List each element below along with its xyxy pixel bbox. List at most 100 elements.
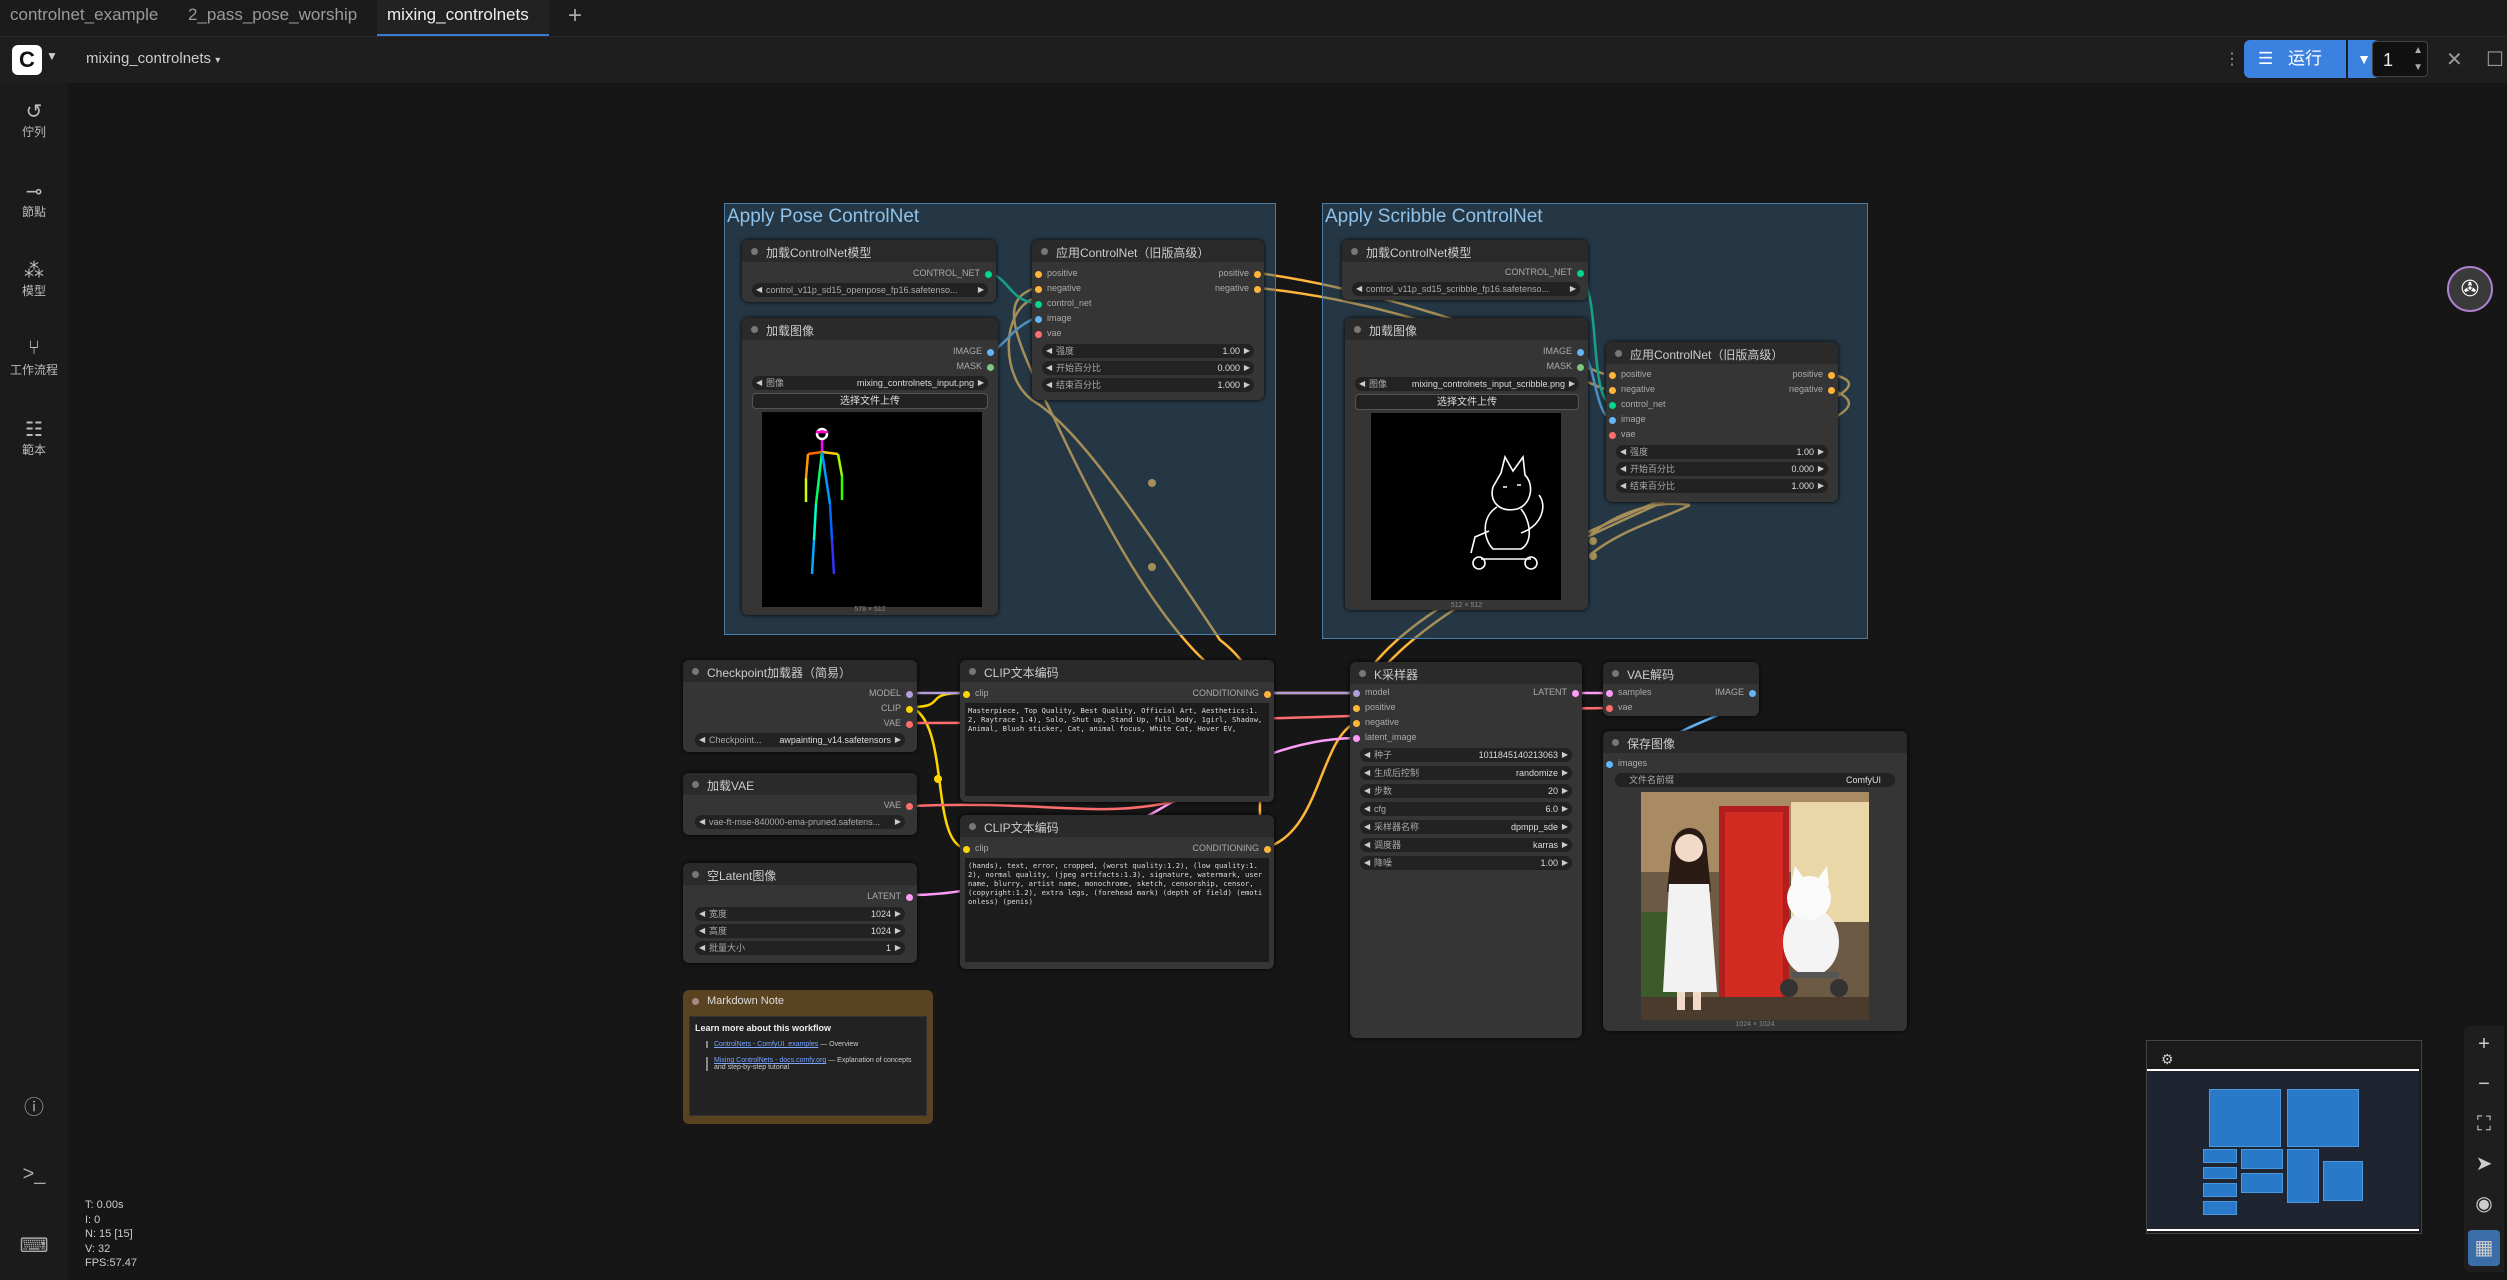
start-percent-widget[interactable]: ◀ 开始百分比 0.000 ▶ [1616, 462, 1828, 476]
input-image[interactable]: image [1035, 313, 1072, 323]
node-header[interactable]: K采样器 [1350, 662, 1582, 684]
node-header[interactable]: 应用ControlNet（旧版高级） [1032, 240, 1264, 262]
sidebar-item-templates[interactable]: ☷ 範本 [0, 417, 68, 458]
input-negative[interactable]: negative [1035, 283, 1081, 293]
node-header[interactable]: CLIP文本编码 [960, 660, 1274, 682]
toggle-links-icon[interactable]: ◉ [2464, 1186, 2504, 1222]
collapse-dot[interactable] [1612, 739, 1619, 746]
end-percent-widget[interactable]: ◀ 结束百分比 1.000 ▶ [1042, 378, 1254, 392]
positive-prompt-textarea[interactable]: Masterpiece, Top Quality, Best Quality, … [965, 703, 1269, 796]
input-negative[interactable]: negative [1353, 717, 1399, 727]
batch-size-widget[interactable]: ◀ 批量大小 1 ▶ [695, 941, 905, 955]
collapse-dot[interactable] [692, 781, 699, 788]
minimap-toggle-icon[interactable]: ▦ [2468, 1230, 2500, 1266]
output-image[interactable]: IMAGE [1543, 346, 1584, 356]
node-header[interactable]: 加载ControlNet模型 [742, 240, 996, 262]
node-header[interactable]: 保存图像 [1603, 731, 1907, 753]
output-mask[interactable]: MASK [956, 361, 994, 371]
tab-controlnet-example[interactable]: controlnet_example [0, 0, 180, 36]
keyboard-icon[interactable]: ⌨ [0, 1233, 68, 1258]
filename-prefix-widget[interactable]: 文件名前缀 ComfyUI [1615, 773, 1895, 787]
collapse-dot[interactable] [692, 668, 699, 675]
cfg-widget[interactable]: ◀ cfg 6.0 ▶ [1360, 802, 1572, 816]
output-clip[interactable]: CLIP [881, 703, 913, 713]
node-header[interactable]: 加载图像 [742, 318, 998, 340]
node-apply-controlnet-scribble[interactable]: 应用ControlNet（旧版高级） positive negative con… [1606, 342, 1838, 502]
terminal-icon[interactable]: >_ [0, 1163, 68, 1186]
input-clip[interactable]: clip [963, 843, 989, 853]
node-checkpoint-loader[interactable]: Checkpoint加载器（简易） MODEL CLIP VAE ◀ Checkp… [683, 660, 917, 752]
width-widget[interactable]: ◀ 宽度 1024 ▶ [695, 907, 905, 921]
collapse-dot[interactable] [751, 248, 758, 255]
note-body[interactable]: Learn more about this workflow ControlNe… [689, 1016, 927, 1116]
node-header[interactable]: Markdown Note [683, 990, 933, 1012]
minimap[interactable]: ⚙ [2146, 1040, 2422, 1234]
input-negative[interactable]: negative [1609, 384, 1655, 394]
denoise-widget[interactable]: ◀ 降噪 1.00 ▶ [1360, 856, 1572, 870]
input-vae[interactable]: vae [1606, 702, 1633, 712]
node-apply-controlnet-pose[interactable]: 应用ControlNet（旧版高级） positive negative con… [1032, 240, 1264, 400]
sampler-name-widget[interactable]: ◀ 采样器名称 dpmpp_sde ▶ [1360, 820, 1572, 834]
node-load-image-pose[interactable]: 加载图像 IMAGE MASK ◀ 图像 mixing_controlnets_in… [742, 318, 998, 615]
node-header[interactable]: 加载图像 [1345, 318, 1588, 340]
node-header[interactable]: VAE解码 [1603, 662, 1759, 684]
input-latent-image[interactable]: latent_image [1353, 732, 1417, 742]
height-widget[interactable]: ◀ 高度 1024 ▶ [695, 924, 905, 938]
output-latent[interactable]: LATENT [1533, 687, 1579, 697]
output-image[interactable]: IMAGE [953, 346, 994, 356]
node-clip-text-encode-positive[interactable]: CLIP文本编码 clip CONDITIONING Masterpiece, … [960, 660, 1274, 802]
node-header[interactable]: 应用ControlNet（旧版高级） [1606, 342, 1838, 364]
settings-sliders-icon[interactable]: ⚙ [2161, 1051, 2174, 1068]
node-header[interactable]: Checkpoint加载器（简易） [683, 660, 917, 682]
output-control-net[interactable]: CONTROL_NET [913, 268, 992, 278]
output-conditioning[interactable]: CONDITIONING [1193, 688, 1271, 698]
input-vae[interactable]: vae [1609, 429, 1636, 439]
output-negative[interactable]: negative [1789, 384, 1835, 394]
comfy-logo-icon[interactable]: C [12, 45, 42, 75]
end-percent-widget[interactable]: ◀ 结束百分比 1.000 ▶ [1616, 479, 1828, 493]
batch-count-input[interactable]: 1 ▲ ▼ [2372, 41, 2428, 77]
input-control-net[interactable]: control_net [1609, 399, 1666, 409]
markdown-note[interactable]: Markdown Note Learn more about this work… [683, 990, 933, 1124]
node-empty-latent-image[interactable]: 空Latent图像 LATENT ◀ 宽度 1024 ▶ ◀ 高度 1024 ▶ ◀ 批量大小… [683, 863, 917, 963]
input-samples[interactable]: samples [1606, 687, 1652, 697]
panel-toggle-icon[interactable]: ☐ [2486, 47, 2504, 72]
graph-canvas[interactable]: Apply Pose ControlNet Apply Scribble Con… [0, 0, 2507, 1280]
collapse-dot[interactable] [1351, 248, 1358, 255]
vae-select[interactable]: ◀ vae-ft-mse-840000-ema-pruned.safetens..… [695, 815, 905, 829]
sidebar-item-models[interactable]: ⁂ 模型 [0, 258, 68, 299]
collapse-dot[interactable] [1615, 350, 1622, 357]
input-positive[interactable]: positive [1353, 702, 1396, 712]
node-load-vae[interactable]: 加载VAE VAE ◀ vae-ft-mse-840000-ema-pruned.… [683, 773, 917, 835]
input-control-net[interactable]: control_net [1035, 298, 1092, 308]
sidebar-item-queue[interactable]: ↺ 佇列 [0, 99, 68, 140]
input-clip[interactable]: clip [963, 688, 989, 698]
zoom-out-icon[interactable]: − [2464, 1066, 2504, 1102]
note-link[interactable]: Mixing ControlNets - docs.comfy.org [714, 1057, 826, 1064]
upload-button[interactable]: 选择文件上传 [1355, 394, 1579, 410]
image-select[interactable]: ◀ 图像 mixing_controlnets_input.png ▶ [752, 376, 988, 390]
output-image[interactable]: IMAGE [1715, 687, 1756, 697]
collapse-dot[interactable] [1354, 326, 1361, 333]
control-after-generate-widget[interactable]: ◀ 生成后控制 randomize ▶ [1360, 766, 1572, 780]
output-vae[interactable]: VAE [884, 718, 913, 728]
generated-image-preview[interactable] [1641, 792, 1869, 1020]
node-header[interactable]: CLIP文本编码 [960, 815, 1274, 837]
output-mask[interactable]: MASK [1546, 361, 1584, 371]
output-positive[interactable]: positive [1792, 369, 1835, 379]
collapse-dot[interactable] [1359, 670, 1366, 677]
collapse-dot[interactable] [969, 668, 976, 675]
steps-widget[interactable]: ◀ 步数 20 ▶ [1360, 784, 1572, 798]
node-load-controlnet-pose[interactable]: 加载ControlNet模型 CONTROL_NET ◀ control_v11p… [742, 240, 996, 302]
input-positive[interactable]: positive [1035, 268, 1078, 278]
node-load-controlnet-scribble[interactable]: 加载ControlNet模型 CONTROL_NET ◀ control_v11p… [1342, 240, 1588, 300]
minimap-viewport[interactable] [2147, 1069, 2419, 1231]
tab-2-pass-pose-worship[interactable]: 2_pass_pose_worship [178, 0, 378, 36]
node-clip-text-encode-negative[interactable]: CLIP文本编码 clip CONDITIONING (hands), text… [960, 815, 1274, 969]
collapse-dot[interactable] [692, 871, 699, 878]
select-mode-icon[interactable]: ➤ [2464, 1146, 2504, 1182]
input-model[interactable]: model [1353, 687, 1390, 697]
user-avatar-icon[interactable]: ✇ [2447, 266, 2493, 312]
collapse-dot[interactable] [751, 326, 758, 333]
run-button[interactable]: ☰ 运行 [2244, 40, 2346, 78]
